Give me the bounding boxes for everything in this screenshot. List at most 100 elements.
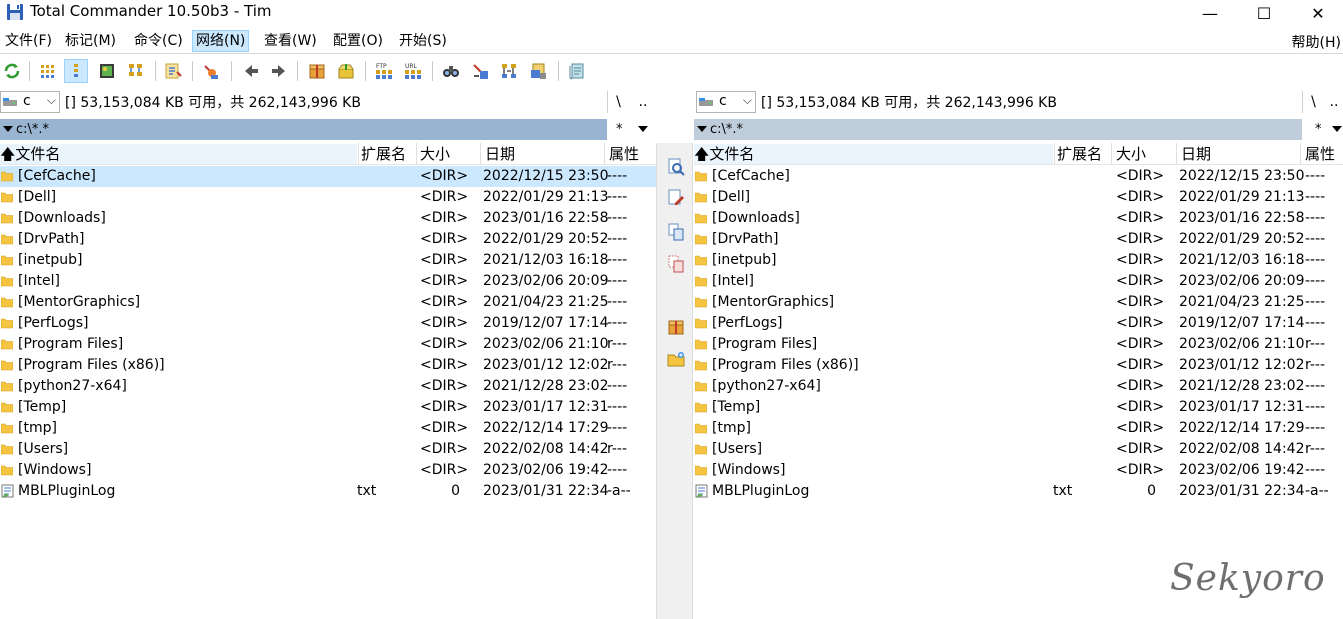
column-divider[interactable]	[604, 143, 605, 165]
column-divider[interactable]	[480, 143, 481, 165]
history-dropdown-icon[interactable]	[697, 126, 707, 132]
move-file-icon[interactable]	[667, 255, 685, 273]
copy-file-icon[interactable]	[667, 223, 685, 241]
right-drive-select[interactable]: c ⌵	[696, 91, 756, 113]
compare-dirs-button[interactable]	[198, 59, 222, 83]
right-col-name[interactable]: 🡅文件名	[694, 144, 1053, 164]
new-folder-icon[interactable]	[667, 350, 685, 368]
menu-network[interactable]: 网络(N)	[192, 30, 250, 52]
left-root-button[interactable]: \	[607, 91, 629, 113]
right-file-row[interactable]: [CefCache] <DIR> 2022/12/15 23:50 ----	[694, 166, 1343, 187]
sync-dirs-button[interactable]	[497, 59, 521, 83]
column-divider[interactable]	[358, 143, 359, 165]
left-col-size[interactable]: 大小	[420, 144, 450, 164]
invert-selection-button[interactable]	[161, 59, 185, 83]
right-file-row[interactable]: [Temp] <DIR> 2023/01/17 12:31 ----	[694, 397, 1343, 418]
pack-button[interactable]	[305, 59, 329, 83]
tree-view-button[interactable]	[124, 59, 148, 83]
column-divider[interactable]	[1111, 143, 1112, 165]
view-file-icon[interactable]	[667, 158, 685, 176]
left-up-button[interactable]: ..	[632, 91, 654, 113]
column-divider[interactable]	[1300, 143, 1301, 165]
left-file-row[interactable]: [tmp] <DIR> 2022/12/14 17:29 ----	[0, 418, 656, 439]
right-col-ext[interactable]: 扩展名	[1057, 144, 1102, 164]
right-filter[interactable]: *	[1315, 119, 1322, 140]
multi-rename-button[interactable]	[468, 59, 492, 83]
right-file-row[interactable]: [tmp] <DIR> 2022/12/14 17:29 ----	[694, 418, 1343, 439]
right-path[interactable]: c:\*.*	[694, 119, 1302, 140]
thumbnail-view-button[interactable]	[95, 59, 119, 83]
right-col-size[interactable]: 大小	[1116, 144, 1146, 164]
menu-commands[interactable]: 命令(C)	[131, 30, 186, 52]
left-col-ext[interactable]: 扩展名	[361, 144, 406, 164]
edit-file-icon[interactable]	[667, 189, 685, 207]
left-file-row[interactable]: [MentorGraphics] <DIR> 2021/04/23 21:25 ---…	[0, 292, 656, 313]
right-file-row[interactable]: [Users] <DIR> 2022/02/08 14:42 r---	[694, 439, 1343, 460]
left-file-row[interactable]: [PerfLogs] <DIR> 2019/12/07 17:14 ----	[0, 313, 656, 334]
left-file-row[interactable]: [CefCache] <DIR> 2022/12/15 23:50 ----	[0, 166, 656, 187]
notepad-button[interactable]	[565, 59, 589, 83]
left-file-row[interactable]: MBLPluginLog txt 0 2023/01/31 22:34 -a--	[0, 481, 656, 502]
unpack-button[interactable]	[334, 59, 358, 83]
menu-view[interactable]: 查看(W)	[261, 30, 320, 52]
maximize-button[interactable]: ☐	[1241, 0, 1287, 26]
detailed-view-button[interactable]	[64, 59, 88, 83]
right-file-row[interactable]: [Intel] <DIR> 2023/02/06 20:09 ----	[694, 271, 1343, 292]
right-file-row[interactable]: [Program Files] <DIR> 2023/02/06 21:10 r---	[694, 334, 1343, 355]
hotlist-dropdown-icon[interactable]	[638, 126, 648, 132]
right-up-button[interactable]: ..	[1323, 91, 1343, 113]
copy-names-button[interactable]	[526, 59, 550, 83]
ftp-connect-button[interactable]: FTP	[372, 59, 396, 83]
left-file-row[interactable]: [Temp] <DIR> 2023/01/17 12:31 ----	[0, 397, 656, 418]
forward-button[interactable]	[267, 59, 291, 83]
hotlist-dropdown-icon[interactable]	[1332, 126, 1342, 132]
right-col-date[interactable]: 日期	[1181, 144, 1211, 164]
back-button[interactable]	[239, 59, 263, 83]
menu-file[interactable]: 文件(F)	[2, 30, 55, 52]
left-col-attr[interactable]: 属性	[609, 144, 639, 164]
right-file-row[interactable]: [Dell] <DIR> 2022/01/29 21:13 ----	[694, 187, 1343, 208]
left-file-row[interactable]: [Program Files] <DIR> 2023/02/06 21:10 r---	[0, 334, 656, 355]
right-file-row[interactable]: [Windows] <DIR> 2023/02/06 19:42 ----	[694, 460, 1343, 481]
left-file-row[interactable]: [Downloads] <DIR> 2023/01/16 22:58 ----	[0, 208, 656, 229]
menu-start[interactable]: 开始(S)	[396, 30, 450, 52]
left-file-row[interactable]: [Intel] <DIR> 2023/02/06 20:09 ----	[0, 271, 656, 292]
right-root-button[interactable]: \	[1302, 91, 1324, 113]
column-divider[interactable]	[1176, 143, 1177, 165]
close-button[interactable]: ✕	[1295, 0, 1341, 26]
left-file-row[interactable]: [Dell] <DIR> 2022/01/29 21:13 ----	[0, 187, 656, 208]
file-ext: txt	[357, 483, 377, 499]
menu-configuration[interactable]: 配置(O)	[330, 30, 386, 52]
left-col-name[interactable]: 🡅文件名	[0, 144, 357, 164]
column-divider[interactable]	[1054, 143, 1055, 165]
right-file-row[interactable]: [DrvPath] <DIR> 2022/01/29 20:52 ----	[694, 229, 1343, 250]
url-ftp-button[interactable]: URL	[401, 59, 425, 83]
refresh-button[interactable]	[0, 59, 24, 83]
left-file-row[interactable]: [Program Files (x86)] <DIR> 2023/01/12 12:…	[0, 355, 656, 376]
left-path[interactable]: c:\*.*	[0, 119, 607, 140]
history-dropdown-icon[interactable]	[3, 126, 13, 132]
right-file-row[interactable]: MBLPluginLog txt 0 2023/01/31 22:34 -a--	[694, 481, 1343, 502]
left-file-row[interactable]: [Users] <DIR> 2022/02/08 14:42 r---	[0, 439, 656, 460]
left-filter[interactable]: *	[616, 119, 623, 140]
left-col-date[interactable]: 日期	[485, 144, 515, 164]
menu-help[interactable]: 帮助(H)	[1292, 32, 1341, 52]
minimize-button[interactable]: —	[1187, 0, 1233, 26]
brief-view-button[interactable]	[36, 59, 60, 83]
left-file-row[interactable]: [DrvPath] <DIR> 2022/01/29 20:52 ----	[0, 229, 656, 250]
right-file-row[interactable]: [PerfLogs] <DIR> 2019/12/07 17:14 ----	[694, 313, 1343, 334]
column-divider[interactable]	[416, 143, 417, 165]
find-files-button[interactable]	[439, 59, 463, 83]
left-file-row[interactable]: [Windows] <DIR> 2023/02/06 19:42 ----	[0, 460, 656, 481]
right-file-row[interactable]: [inetpub] <DIR> 2021/12/03 16:18 ----	[694, 250, 1343, 271]
right-file-row[interactable]: [Program Files (x86)] <DIR> 2023/01/12 12:…	[694, 355, 1343, 376]
right-file-row[interactable]: [Downloads] <DIR> 2023/01/16 22:58 ----	[694, 208, 1343, 229]
right-col-attr[interactable]: 属性	[1305, 144, 1335, 164]
right-file-row[interactable]: [python27-x64] <DIR> 2021/12/28 23:02 ----	[694, 376, 1343, 397]
right-file-row[interactable]: [MentorGraphics] <DIR> 2021/04/23 21:25 ---…	[694, 292, 1343, 313]
left-file-row[interactable]: [python27-x64] <DIR> 2021/12/28 23:02 ----	[0, 376, 656, 397]
pack-files-icon[interactable]	[667, 318, 685, 336]
left-drive-select[interactable]: c ⌵	[0, 91, 60, 113]
menu-mark[interactable]: 标记(M)	[62, 30, 119, 52]
left-file-row[interactable]: [inetpub] <DIR> 2021/12/03 16:18 ----	[0, 250, 656, 271]
